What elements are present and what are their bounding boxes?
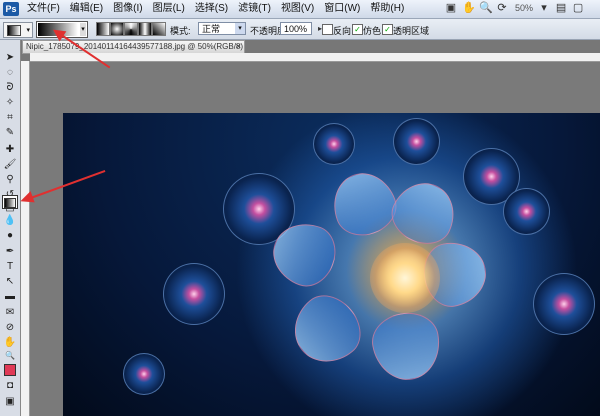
dither-checkbox[interactable]: ✓ (352, 24, 363, 35)
zoom-tool-icon[interactable]: 🔍 (3, 350, 17, 362)
linear-gradient-button[interactable] (96, 22, 110, 36)
angle-gradient-button[interactable] (124, 22, 138, 36)
artwork-petal (324, 164, 404, 244)
menu-file[interactable]: 文件(F) (22, 0, 65, 18)
foreground-color-swatch[interactable] (4, 364, 16, 376)
pen-tool-icon[interactable]: ✒ (3, 246, 17, 258)
chevron-down-icon[interactable]: ▾ (538, 2, 550, 14)
menu-help[interactable]: 帮助(H) (365, 0, 409, 18)
magic-wand-tool-icon[interactable]: ✧ (3, 97, 17, 109)
gradient-tool-icon[interactable] (2, 195, 18, 209)
opacity-field[interactable]: 100% (280, 22, 312, 35)
menu-bar: Ps 文件(F) 编辑(E) 图像(I) 图层(L) 选择(S) 滤镜(T) 视… (0, 0, 600, 19)
type-tool-icon[interactable]: T (3, 261, 17, 273)
mode-value: 正常 (202, 24, 221, 34)
radial-gradient-button[interactable] (110, 22, 124, 36)
hand-icon[interactable]: ✋ (462, 2, 476, 14)
slice-tool-icon[interactable]: ✎ (3, 127, 17, 139)
chevron-down-icon: ▾ (26, 27, 30, 34)
menu-edit[interactable]: 编辑(E) (65, 0, 108, 18)
menu-view[interactable]: 视图(V) (276, 0, 319, 18)
quick-mask-icon[interactable]: ◘ (3, 380, 17, 392)
dither-label: 仿色 (363, 26, 382, 36)
mode-select[interactable]: 正常 ▾ (198, 22, 246, 35)
rotate-view-icon[interactable]: ⟳ (496, 2, 508, 14)
brush-tool-icon[interactable]: 🖌 (3, 159, 17, 171)
gradient-tool-preset-icon (7, 25, 21, 36)
menu-layer[interactable]: 图层(L) (148, 0, 190, 18)
close-icon[interactable]: × (236, 41, 241, 53)
options-bar: ▾ ▾ 模式: 正常 ▾ 不透明度: 100% ▸ 反向 ✓ 仿色 ✓ 透明区域 (0, 19, 600, 40)
document-tab[interactable]: Nipic_1785079_20140114164439577188.jpg @… (22, 40, 245, 54)
photoshop-logo: Ps (3, 2, 19, 16)
gradient-swatch-icon (4, 198, 16, 208)
artwork-petal (367, 307, 446, 386)
artwork-petal (383, 172, 465, 254)
transparency-checkbox[interactable]: ✓ (382, 24, 393, 35)
tools-panel: ➤ ◌ ᘐ ✧ ⌗ ✎ ✚ 🖌 ⚲ ↺ ▭ 💧 ● ✒ T ↖ ▬ ✉ ⊘ ✋ … (0, 40, 21, 416)
menu-window[interactable]: 窗口(W) (319, 0, 365, 18)
reverse-label: 反向 (333, 26, 352, 36)
notes-tool-icon[interactable]: ✉ (3, 307, 17, 319)
tool-preset-picker[interactable]: ▾ (3, 22, 33, 38)
chevron-down-icon: ▾ (235, 23, 245, 34)
healing-brush-tool-icon[interactable]: ✚ (3, 144, 17, 156)
hand-tool-icon[interactable]: ✋ (3, 337, 17, 349)
launch-bridge-icon[interactable]: ▣ (445, 2, 457, 14)
reflected-gradient-button[interactable] (138, 22, 152, 36)
diamond-gradient-button[interactable] (152, 22, 166, 36)
mode-label: 模式: (170, 26, 191, 36)
artwork-orb (163, 263, 225, 325)
artwork-flower-center (370, 243, 440, 313)
document-title: Nipic_1785079_20140114164439577188.jpg @… (26, 42, 244, 51)
eyedropper-tool-icon[interactable]: ⊘ (3, 322, 17, 334)
marquee-tool-icon[interactable]: ◌ (3, 67, 17, 79)
clone-stamp-tool-icon[interactable]: ⚲ (3, 174, 17, 186)
opacity-value: 100% (284, 24, 308, 34)
reverse-checkbox[interactable] (322, 24, 333, 35)
artwork-petal (280, 283, 373, 377)
zoom-level[interactable]: 50% (515, 3, 533, 13)
menu-image[interactable]: 图像(I) (108, 0, 147, 18)
screen-mode-icon[interactable]: ▢ (572, 2, 584, 14)
menu-select[interactable]: 选择(S) (190, 0, 233, 18)
screen-mode-icon[interactable]: ▣ (3, 396, 17, 408)
arrange-documents-icon[interactable]: ▤ (555, 2, 567, 14)
artwork-orb (533, 273, 595, 335)
menu-filter[interactable]: 滤镜(T) (233, 0, 276, 18)
artwork-orb (123, 353, 165, 395)
artwork-orb (503, 188, 550, 235)
dodge-tool-icon[interactable]: ● (3, 230, 17, 242)
shape-tool-icon[interactable]: ▬ (3, 291, 17, 303)
path-selection-tool-icon[interactable]: ↖ (3, 276, 17, 288)
move-tool-icon[interactable]: ➤ (3, 52, 17, 64)
zoom-icon[interactable]: 🔍 (479, 2, 493, 14)
document-image[interactable] (63, 113, 600, 416)
vertical-ruler (21, 61, 30, 416)
blur-tool-icon[interactable]: 💧 (3, 215, 17, 227)
artwork-orb (393, 118, 440, 165)
horizontal-ruler (30, 53, 600, 62)
lasso-tool-icon[interactable]: ᘐ (3, 82, 17, 94)
chevron-down-icon[interactable]: ▾ (80, 23, 86, 36)
artwork-orb (313, 123, 355, 165)
transparency-label: 透明区域 (393, 26, 430, 36)
crop-tool-icon[interactable]: ⌗ (3, 112, 17, 124)
